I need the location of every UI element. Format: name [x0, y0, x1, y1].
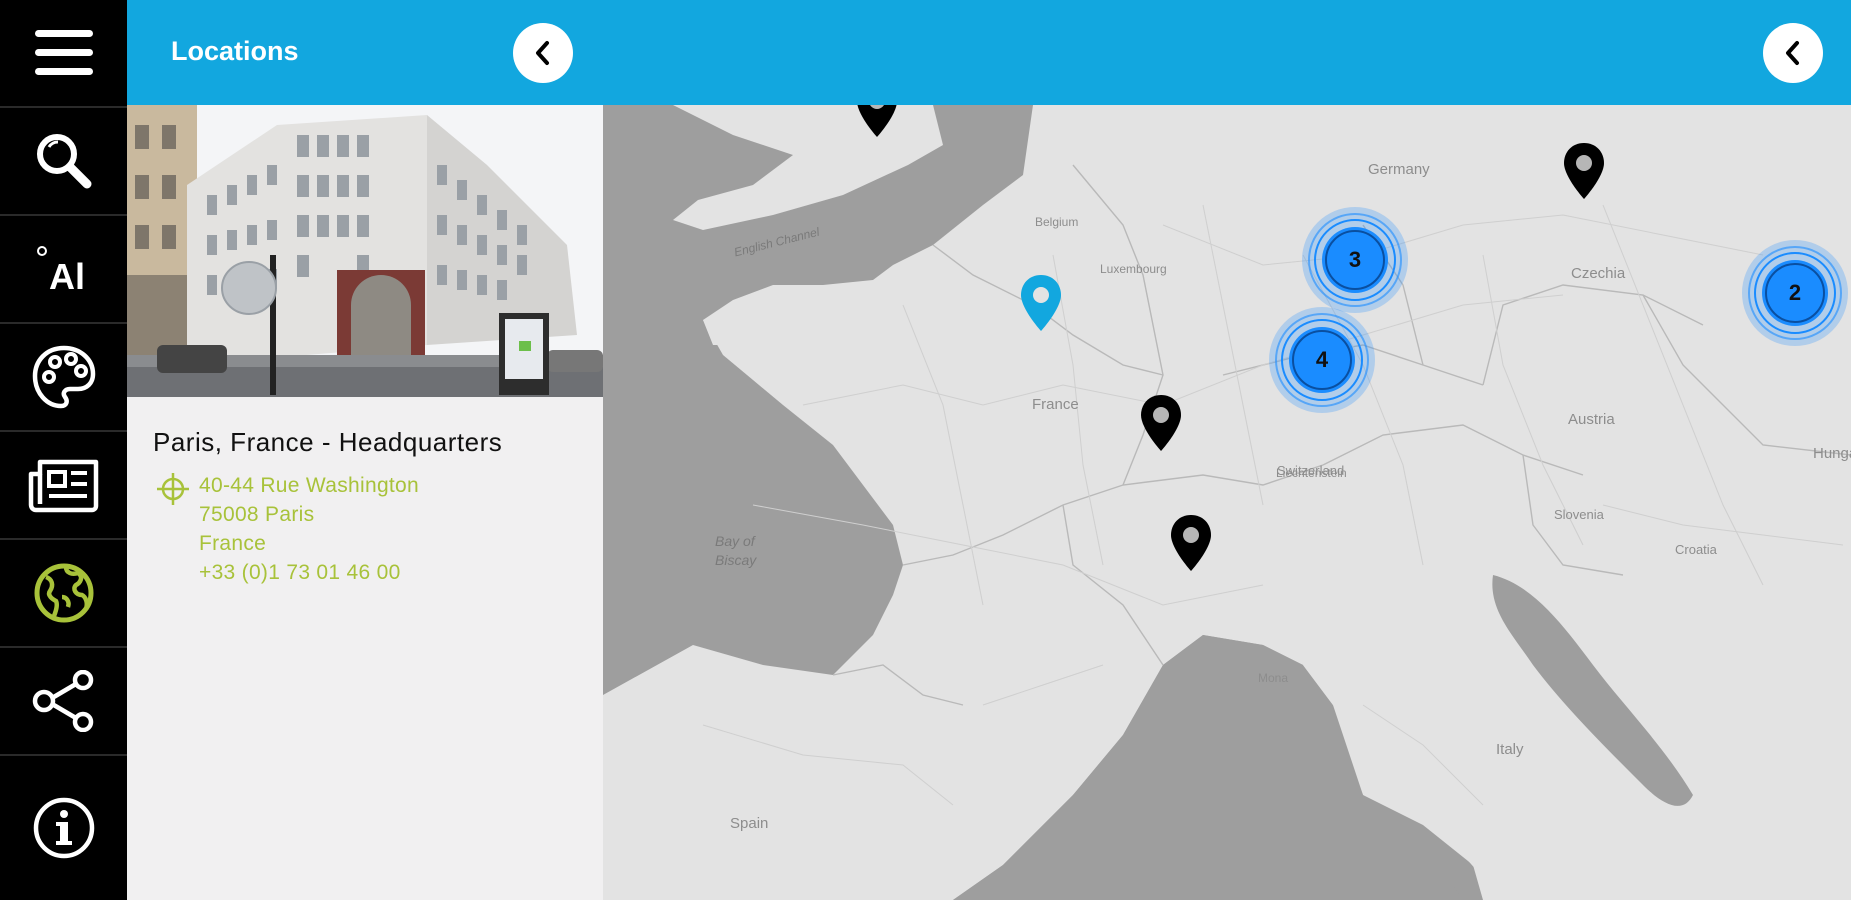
map-cluster[interactable]: 4	[1267, 305, 1377, 415]
map-label-france: France	[1032, 396, 1079, 413]
location-pin[interactable]	[1137, 393, 1185, 453]
share-icon	[32, 670, 93, 732]
news-icon	[28, 459, 98, 513]
theme-button[interactable]	[0, 324, 127, 432]
map-label-belgium: Belgium	[1035, 215, 1079, 229]
location-target-icon	[157, 473, 189, 505]
map-label-slovenia: Slovenia	[1554, 507, 1604, 522]
map-label-bay-of-biscay-1: Bay of	[715, 533, 755, 549]
map-label-austria: Austria	[1568, 411, 1615, 428]
address-country: France	[199, 532, 267, 555]
phone-link[interactable]: +33 (0)1 73 01 46 00	[199, 558, 419, 587]
map-label-croatia: Croatia	[1675, 542, 1717, 557]
locations-button[interactable]	[0, 540, 127, 648]
globe-icon	[34, 563, 93, 623]
selected-location-pin[interactable]	[1017, 273, 1065, 333]
map-cluster[interactable]: 2	[1740, 238, 1850, 348]
collapse-panel-button[interactable]	[513, 23, 573, 83]
cluster-count: 4	[1315, 347, 1329, 372]
map-label-hungary: Hungary	[1813, 445, 1851, 462]
address-street: 40-44 Rue Washington	[199, 474, 420, 497]
location-photo	[127, 105, 603, 397]
map-label-italy: Italy	[1496, 741, 1524, 758]
text-size-button[interactable]: Al	[0, 216, 127, 324]
location-pin[interactable]	[1560, 141, 1608, 201]
back-button[interactable]	[1763, 23, 1823, 83]
text-size-label: Al	[49, 256, 85, 297]
location-pin[interactable]	[853, 105, 901, 139]
header-bar: Locations	[127, 0, 1851, 105]
menu-icon	[34, 30, 93, 75]
news-button[interactable]	[0, 432, 127, 540]
address-city: 75008 Paris	[199, 503, 315, 526]
page-title: Locations	[171, 36, 299, 66]
map-label-germany: Germany	[1368, 161, 1430, 178]
chevron-left-icon	[1786, 41, 1799, 65]
text-size-icon: Al	[36, 246, 85, 297]
share-button[interactable]	[0, 648, 127, 756]
address-block: 40-44 Rue Washington 75008 Paris France …	[199, 471, 419, 587]
map-label-luxembourg: Luxembourg	[1100, 262, 1167, 276]
map-label-bay-of-biscay-2: Biscay	[715, 552, 757, 568]
map-view[interactable]: Germany Belgium Luxembourg France Liecht…	[603, 105, 1851, 900]
map-label-switzerland: Switzerland	[1277, 463, 1345, 478]
map-cluster[interactable]: 3	[1300, 205, 1410, 315]
location-pin[interactable]	[1167, 513, 1215, 573]
cluster-count: 2	[1788, 280, 1802, 305]
cluster-count: 3	[1348, 247, 1362, 272]
map-basemap	[603, 105, 1851, 900]
menu-button[interactable]	[0, 0, 127, 108]
info-button[interactable]	[0, 756, 127, 900]
palette-icon	[32, 345, 95, 409]
location-title: Paris, France - Headquarters	[153, 427, 503, 457]
search-button[interactable]	[0, 108, 127, 216]
location-details-panel: Paris, France - Headquarters 40-44 Rue W…	[127, 105, 603, 900]
chevron-left-icon	[536, 41, 549, 65]
map-label-czechia: Czechia	[1571, 265, 1626, 282]
map-label-spain: Spain	[730, 815, 769, 832]
left-nav-rail: Al	[0, 0, 127, 900]
info-icon	[33, 797, 94, 859]
search-icon	[36, 134, 91, 189]
map-label-monaco: Mona	[1258, 671, 1289, 685]
